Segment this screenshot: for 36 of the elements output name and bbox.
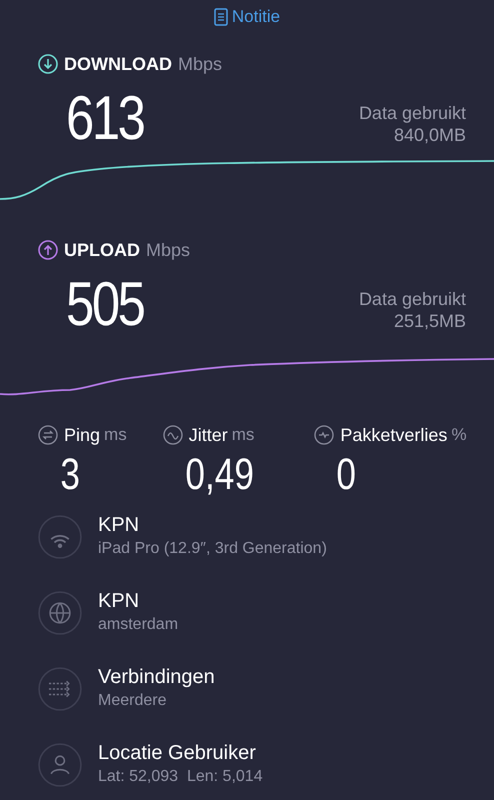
metric-value: 3 [59, 448, 80, 500]
unit-label: ms [104, 424, 127, 446]
metric-label: Pakketverlies [340, 424, 448, 446]
ping-arrows-icon [38, 425, 58, 445]
info-subtitle: Meerdere [98, 690, 168, 710]
data-used-value: 251,5MB [394, 310, 466, 332]
metric-value: 0,49 [184, 448, 254, 500]
metric-label: Ping [64, 424, 100, 447]
data-used-value: 840,0MB [394, 124, 466, 146]
speed-label: DOWNLOAD [64, 52, 172, 76]
wifi-icon [38, 514, 82, 558]
info-subtitle: Lat: 52,093 Len: 5,014 [98, 766, 263, 786]
info-title: Verbindingen [98, 664, 215, 688]
wave-icon [162, 425, 183, 445]
metric-value: 0 [336, 448, 356, 500]
unit-label: % [451, 424, 467, 446]
pulse-icon [314, 425, 334, 445]
info-title: Locatie Gebruiker [98, 740, 257, 764]
info-title: KPN [98, 512, 140, 536]
info-subtitle: amsterdam [98, 614, 178, 634]
dotted-arrows-icon [38, 666, 82, 710]
speed-label: UPLOAD [64, 238, 140, 262]
globe-icon [38, 590, 82, 634]
speed-value: 505 [66, 274, 144, 336]
person-icon [38, 742, 82, 786]
note-icon [214, 8, 228, 26]
unit-label: Mbps [178, 52, 222, 76]
unit-label: Mbps [146, 238, 190, 262]
data-used-label: Data gebruikt [358, 102, 466, 124]
metric-label: Jitter [188, 424, 228, 446]
info-title: KPN [98, 588, 140, 612]
unit-label: ms [232, 424, 254, 446]
info-subtitle: iPad Pro (12.9″, 3rd Generation) [98, 538, 327, 558]
speed-value: 613 [66, 88, 144, 150]
data-used-label: Data gebruikt [358, 288, 466, 310]
note-button[interactable]: Notitie [214, 4, 280, 30]
